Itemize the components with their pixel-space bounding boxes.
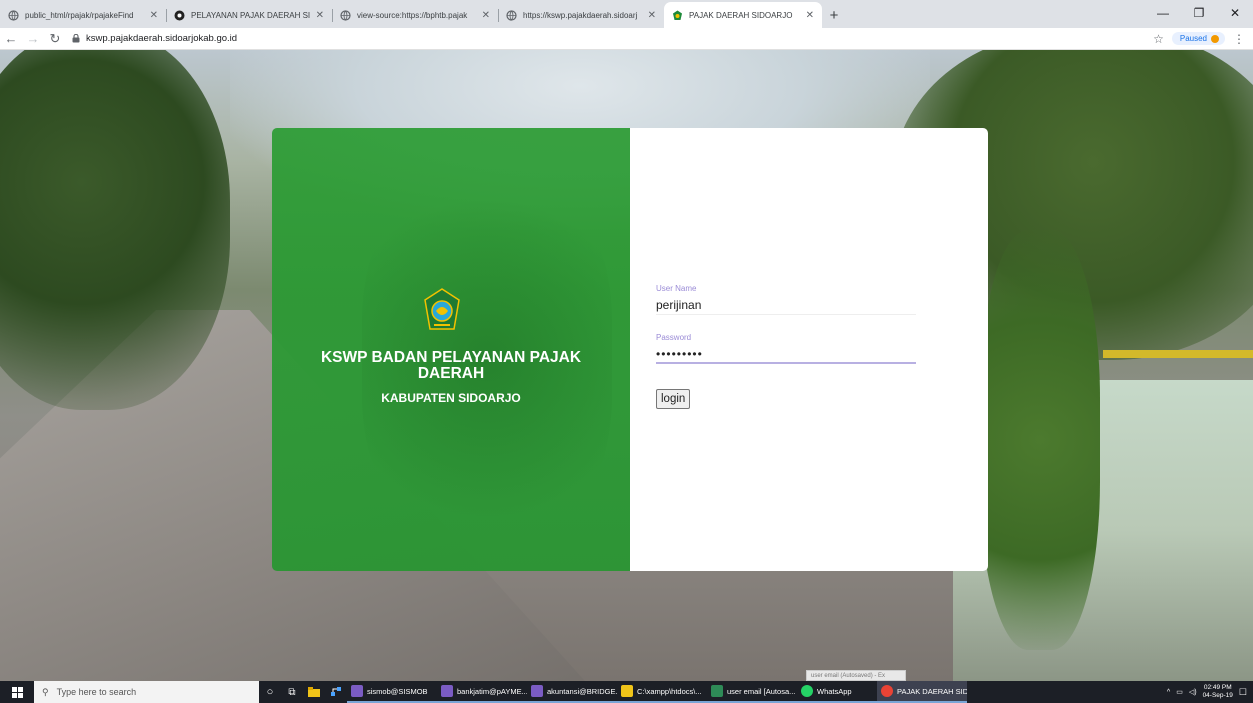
browser-toolbar: ← → ↻ kswp.pajakdaerah.sidoarjokab.go.id… [0,28,1253,50]
globe-icon [506,9,517,21]
globe-icon [8,9,19,21]
forward-arrow-icon[interactable]: → [22,29,44,49]
app-label: C:\xampp\htdocs\... [637,686,702,696]
browser-tab[interactable]: view-source:https://bphtb.pajak ✕ [332,2,498,28]
app-icon [441,685,453,697]
taskbar-app[interactable]: WhatsApp [797,681,877,703]
emblem-icon [672,10,683,21]
menu-dots-icon[interactable]: ⋮ [1233,32,1245,46]
password-field[interactable]: Password ••••••••• [656,333,916,364]
login-branding-panel: KSWP BADAN PELAYANAN PAJAK DAERAH KABUPA… [272,128,630,571]
browser-tab[interactable]: PELAYANAN PAJAK DAERAH SID ✕ [166,2,332,28]
browser-tab-active[interactable]: PAJAK DAERAH SIDOARJO ✕ [664,2,822,28]
cortana-icon[interactable]: ○ [259,681,281,703]
username-input[interactable]: perijinan [656,297,916,315]
app-label: user email [Autosa... [727,686,796,696]
windows-taskbar: ⚲ Type here to search ○ ⧉ sismob@SISMOB … [0,681,1253,703]
taskbar-search[interactable]: ⚲ Type here to search [34,681,259,703]
organization-title: KSWP BADAN PELAYANAN PAJAK DAERAH [320,349,582,382]
tab-title: public_html/rpajak/rpajakeFind [25,10,134,20]
sidoarjo-emblem-icon [424,288,460,330]
minimize-icon[interactable]: — [1145,0,1181,26]
taskbar-app-active[interactable]: PAJAK DAERAH SID... [877,681,967,703]
clock[interactable]: 02:49 PM 04-Sep-19 [1203,684,1233,700]
browser-tab[interactable]: public_html/rpajak/rpajakeFind ✕ [0,2,166,28]
taskbar-tooltip: user email (Autosaved) - Ex [806,670,906,681]
profile-paused-badge[interactable]: Paused [1171,32,1225,45]
task-view-icon[interactable]: ⧉ [281,681,303,703]
bookmark-star-icon[interactable]: ☆ [1153,32,1164,46]
taskbar-app[interactable]: user email [Autosa... [707,681,797,703]
background-shrub [980,230,1100,650]
folder-icon [621,685,633,697]
new-tab-button[interactable]: + [822,2,846,28]
address-bar[interactable]: kswp.pajakdaerah.sidoarjokab.go.id [72,30,1153,48]
background-tree-left [0,50,230,410]
windows-start-icon[interactable] [0,681,34,703]
volume-icon[interactable]: ◁) [1189,688,1197,696]
taskbar-app[interactable]: bankjatim@pAYME... [437,681,527,703]
password-input[interactable]: ••••••••• [656,346,916,364]
notification-icon[interactable]: ☐ [1239,687,1247,698]
close-window-icon[interactable]: ✕ [1217,0,1253,26]
close-tab-icon[interactable]: ✕ [806,10,814,21]
taskbar-app[interactable]: akuntansi@BRIDGE... [527,681,617,703]
search-placeholder: Type here to search [56,687,137,697]
taskbar-app[interactable]: sismob@SISMOB [347,681,437,703]
globe-icon [340,9,351,21]
browser-tab[interactable]: https://kswp.pajakdaerah.sidoarj ✕ [498,2,664,28]
tab-title: PAJAK DAERAH SIDOARJO [689,10,793,20]
username-field[interactable]: User Name perijinan [656,284,916,315]
background-railing [1103,350,1253,358]
system-tray: ^ ▭ ◁) 02:49 PM 04-Sep-19 ☐ [1167,684,1253,700]
restore-icon[interactable]: ❐ [1181,0,1217,26]
login-form-panel: User Name perijinan Password ••••••••• l… [630,128,988,571]
chevron-up-icon[interactable]: ^ [1167,689,1170,696]
lock-icon [72,34,80,43]
app-label: sismob@SISMOB [367,686,428,696]
browser-tab-strip: public_html/rpajak/rpajakeFind ✕ PELAYAN… [0,0,1253,28]
search-icon: ⚲ [42,686,49,697]
url-text: kswp.pajakdaerah.sidoarjokab.go.id [86,33,238,44]
close-tab-icon[interactable]: ✕ [150,10,158,21]
close-tab-icon[interactable]: ✕ [316,10,324,21]
close-tab-icon[interactable]: ✕ [482,10,490,21]
tab-title: PELAYANAN PAJAK DAERAH SID [191,10,310,20]
app-icon [531,685,543,697]
tab-title: https://kswp.pajakdaerah.sidoarj [523,10,638,20]
network-app-icon[interactable] [325,681,347,703]
chrome-icon [881,685,893,697]
login-button[interactable]: login [656,389,691,409]
organization-subtitle: KABUPATEN SIDOARJO [381,391,521,405]
reload-icon[interactable]: ↻ [44,29,66,49]
window-controls: — ❐ ✕ [1145,0,1253,26]
paused-label: Paused [1179,34,1207,43]
taskbar-app[interactable]: C:\xampp\htdocs\... [617,681,707,703]
clock-time: 02:49 PM [1203,684,1232,691]
file-explorer-icon[interactable] [303,681,325,703]
app-label: bankjatim@pAYME... [457,686,527,696]
username-label: User Name [656,284,697,293]
clock-date: 04-Sep-19 [1202,692,1233,699]
circle-logo-icon [174,10,185,21]
tab-title: view-source:https://bphtb.pajak [357,10,468,20]
app-label: akuntansi@BRIDGE... [547,686,617,696]
app-icon [351,685,363,697]
app-label: WhatsApp [817,686,852,696]
app-label: PAJAK DAERAH SID... [897,686,967,696]
whatsapp-icon [801,685,813,697]
back-arrow-icon[interactable]: ← [0,29,22,49]
avatar-icon [1211,34,1219,43]
close-tab-icon[interactable]: ✕ [648,10,656,21]
password-label: Password [656,333,692,342]
network-icon[interactable]: ▭ [1176,688,1183,696]
page-background: KSWP BADAN PELAYANAN PAJAK DAERAH KABUPA… [0,50,1253,681]
app-icon [711,685,723,697]
